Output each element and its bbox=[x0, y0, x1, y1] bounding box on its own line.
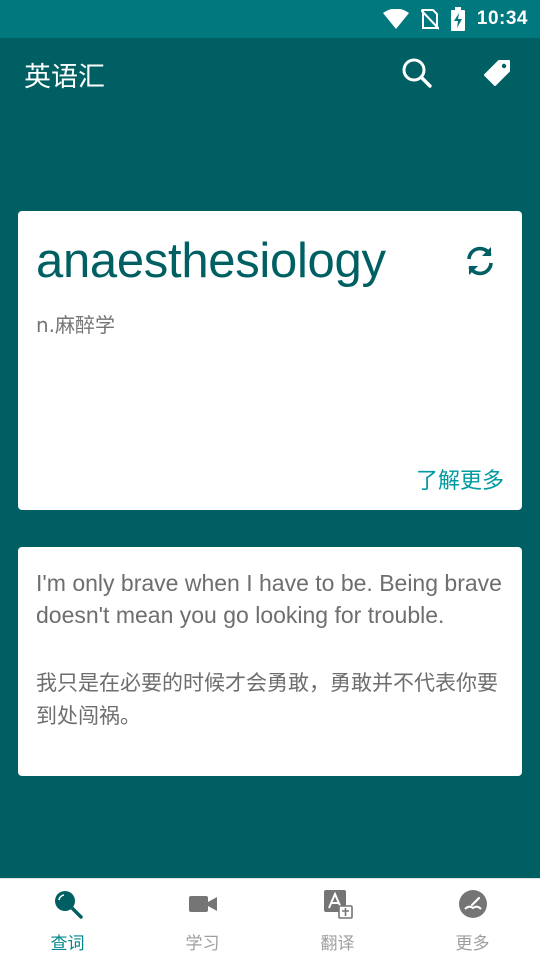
status-time: 10:34 bbox=[476, 8, 528, 29]
word-title: anaesthesiology bbox=[36, 234, 386, 288]
bottom-nav: 查词 学习 翻译 更多 bbox=[0, 878, 540, 960]
nav-label: 更多 bbox=[455, 934, 490, 954]
app-bar: 英语汇 bbox=[0, 38, 540, 110]
tag-icon bbox=[484, 60, 510, 86]
more-icon bbox=[458, 890, 487, 918]
nav-label: 查词 bbox=[50, 934, 85, 954]
app-title: 英语汇 bbox=[24, 61, 105, 93]
refresh-icon bbox=[467, 246, 493, 276]
search-button[interactable] bbox=[400, 56, 434, 90]
tag-button[interactable] bbox=[480, 56, 514, 90]
video-camera-icon bbox=[188, 896, 217, 912]
quote-card: I'm only brave when I have to be. Being … bbox=[18, 547, 522, 776]
nav-item-translate[interactable]: 翻译 bbox=[270, 879, 405, 960]
refresh-button[interactable] bbox=[462, 243, 498, 279]
translate-icon bbox=[323, 890, 353, 919]
nav-label: 学习 bbox=[185, 934, 220, 954]
quote-chinese: 我只是在必要的时候才会勇敢，勇敢并不代表你要到处闯祸。 bbox=[36, 671, 498, 728]
wifi-icon bbox=[382, 9, 409, 29]
search-icon bbox=[402, 58, 432, 88]
learn-more-link[interactable]: 了解更多 bbox=[416, 463, 504, 495]
nav-label: 翻译 bbox=[320, 934, 355, 954]
nav-item-lookup[interactable]: 查词 bbox=[0, 879, 135, 960]
word-card: anaesthesiology n.麻醉学 了解更多 bbox=[18, 211, 522, 510]
quote-english: I'm only brave when I have to be. Being … bbox=[36, 570, 502, 628]
status-bar: 10:34 bbox=[0, 0, 540, 38]
nav-item-study[interactable]: 学习 bbox=[135, 879, 270, 960]
nav-item-more[interactable]: 更多 bbox=[405, 879, 540, 960]
search-icon bbox=[54, 891, 83, 919]
no-sim-icon bbox=[420, 8, 439, 30]
battery-charging-icon bbox=[450, 7, 465, 31]
word-definition: n.麻醉学 bbox=[36, 313, 116, 337]
